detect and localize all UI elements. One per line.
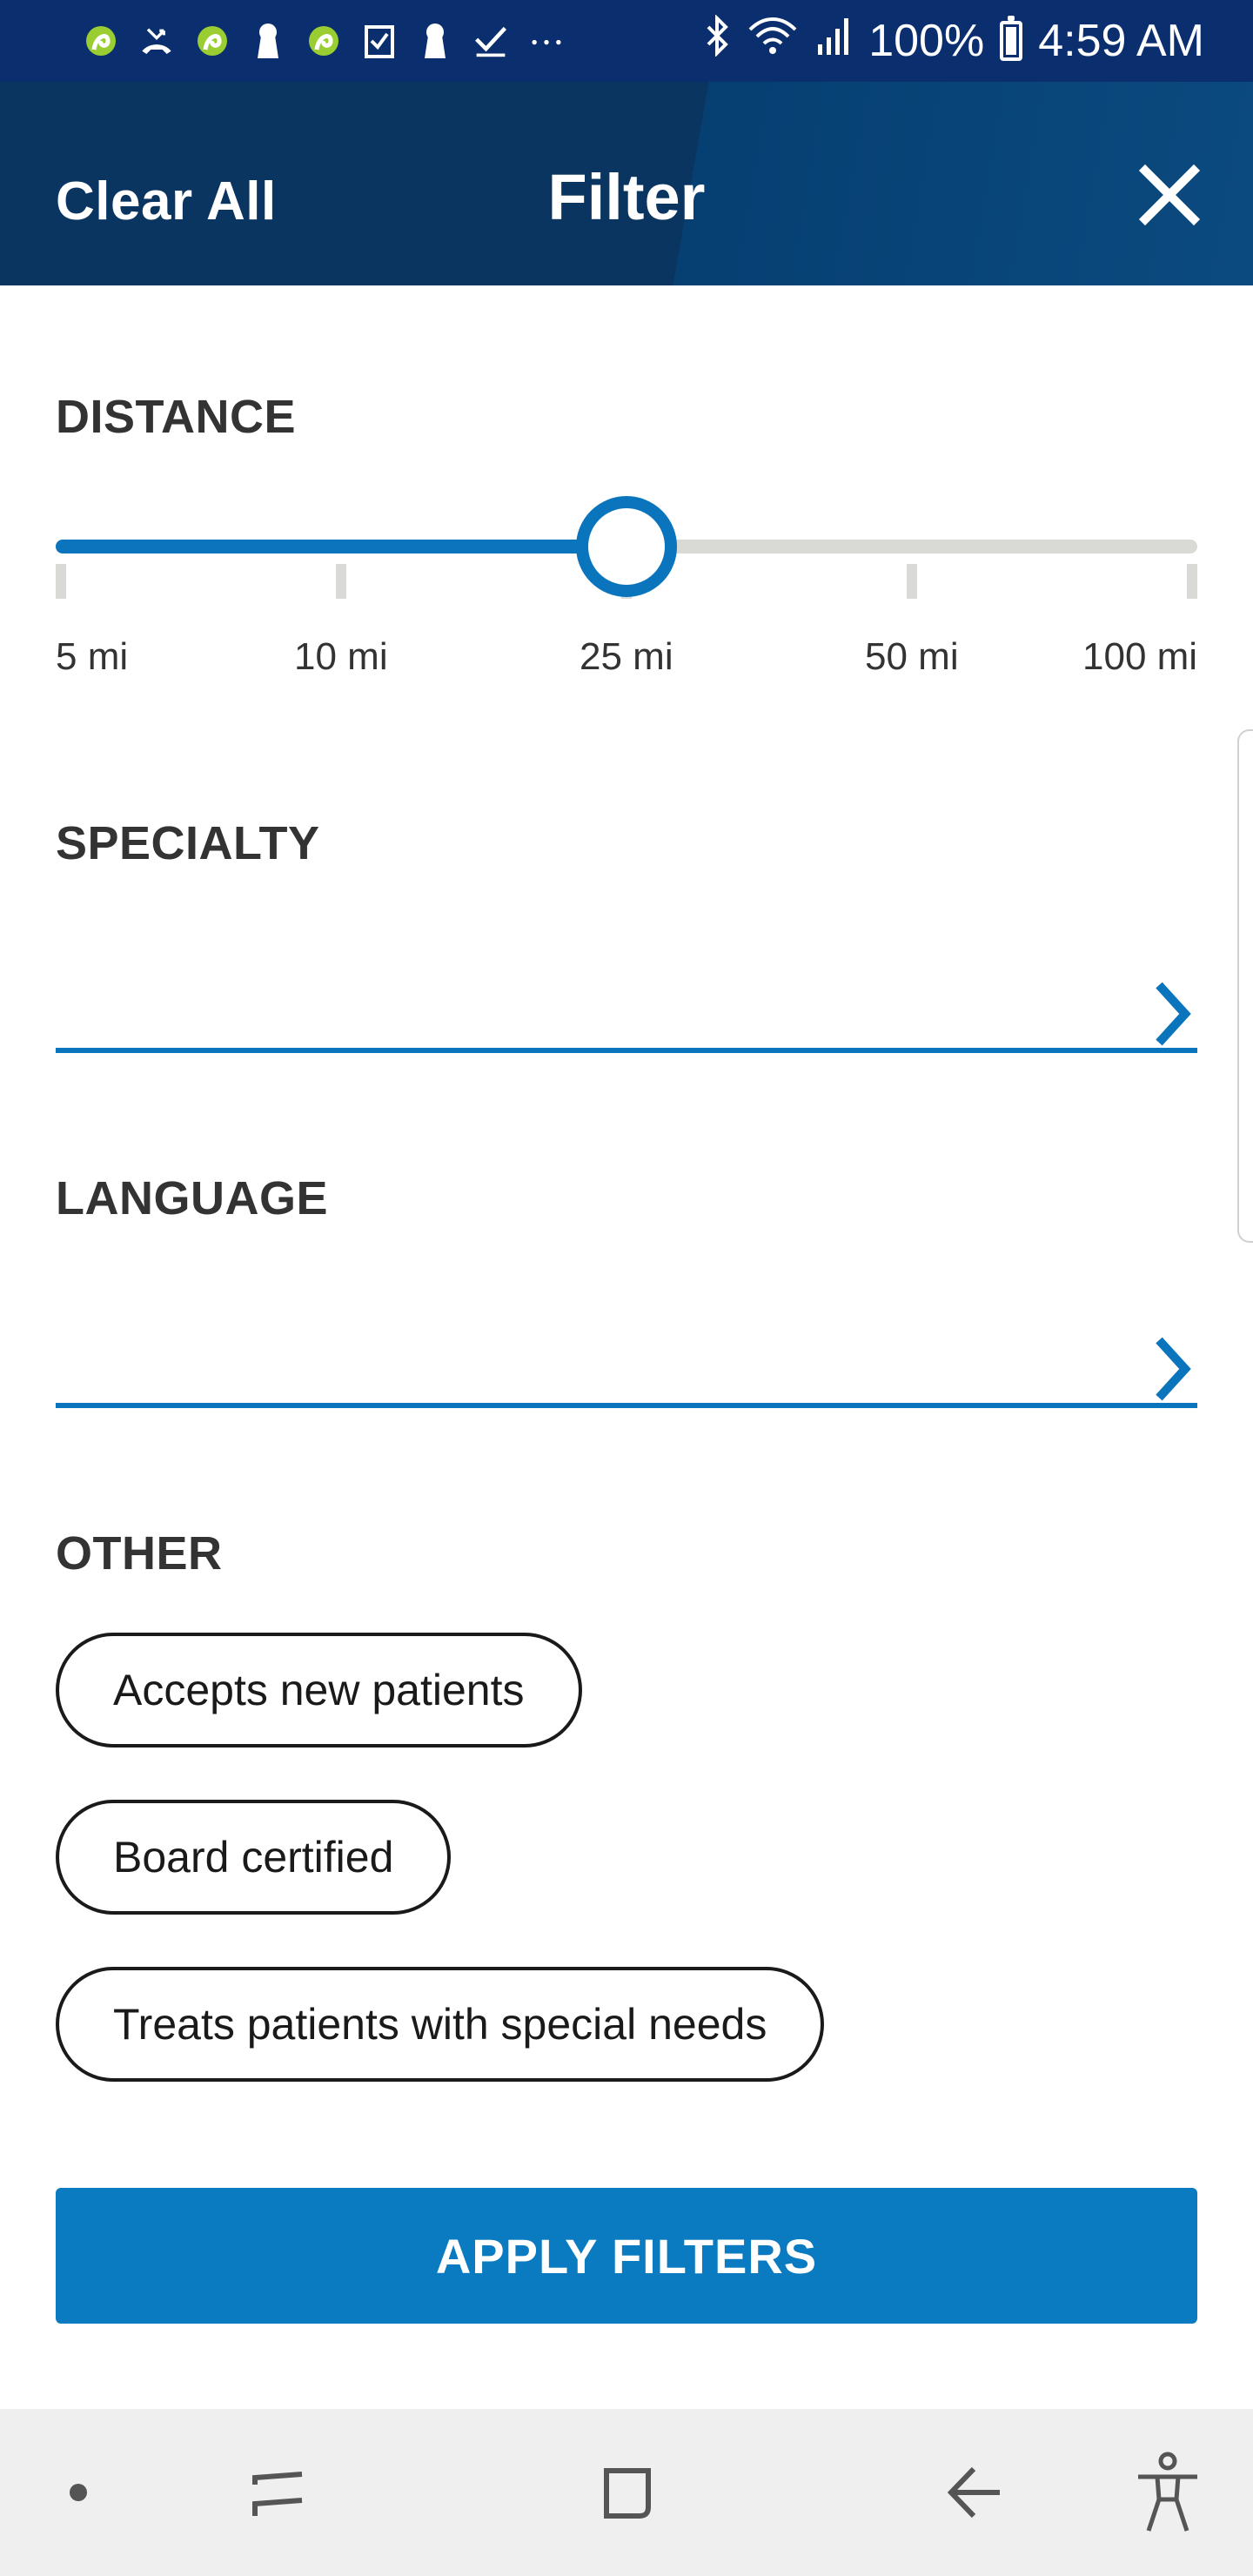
navigation-bar xyxy=(0,2409,1253,2576)
specialty-label: SPECIALTY xyxy=(56,817,320,869)
checkbox-icon xyxy=(362,22,397,60)
bluetooth-icon xyxy=(705,13,731,68)
slider-fill xyxy=(56,540,626,553)
distance-slider[interactable]: 5 mi 10 mi 25 mi 50 mi 100 mi xyxy=(56,496,1197,678)
apply-filters-button[interactable]: APPLY FILTERS xyxy=(56,2188,1197,2324)
slider-tick xyxy=(336,564,346,599)
slider-thumb[interactable] xyxy=(576,496,677,597)
keyhole-icon xyxy=(418,22,452,60)
wifi-icon xyxy=(747,14,799,69)
clock: 4:59 AM xyxy=(1038,16,1204,66)
slider-tick xyxy=(56,564,66,599)
signal-icon xyxy=(814,15,853,68)
notification-icons xyxy=(84,22,564,60)
filter-screen: 100% 4:59 AM Clear All Filter DISTANCE 5… xyxy=(0,0,1253,2576)
app-header: Clear All Filter xyxy=(0,82,1253,285)
app-icon xyxy=(195,22,230,60)
back-icon[interactable] xyxy=(931,2409,1018,2576)
battery-icon xyxy=(1000,16,1023,61)
other-label: OTHER xyxy=(56,1527,223,1580)
distance-label: DISTANCE xyxy=(56,391,297,443)
chip-special-needs[interactable]: Treats patients with special needs xyxy=(56,1967,825,2082)
close-icon[interactable] xyxy=(1136,162,1203,228)
slider-tick xyxy=(1187,564,1197,599)
check-icon xyxy=(473,22,508,60)
distance-option-label[interactable]: 50 mi xyxy=(865,635,959,679)
language-select[interactable] xyxy=(56,1304,1197,1408)
system-status: 100% 4:59 AM xyxy=(705,13,1204,69)
status-bar: 100% 4:59 AM xyxy=(0,0,1253,82)
chevron-right-icon xyxy=(1156,1337,1191,1401)
distance-option-label[interactable]: 25 mi xyxy=(580,635,673,679)
app-icon xyxy=(84,22,118,60)
app-icon xyxy=(306,22,341,60)
distance-option-label[interactable]: 100 mi xyxy=(1082,635,1197,679)
accessibility-icon[interactable] xyxy=(1124,2409,1211,2576)
home-icon[interactable] xyxy=(583,2409,670,2576)
page-title: Filter xyxy=(547,161,706,233)
battery-percentage: 100% xyxy=(868,16,985,66)
language-label: LANGUAGE xyxy=(56,1172,328,1224)
recent-apps-icon[interactable] xyxy=(235,2409,322,2576)
chevron-right-icon xyxy=(1156,982,1191,1046)
chip-board-certified[interactable]: Board certified xyxy=(56,1800,452,1915)
scroll-indicator[interactable] xyxy=(1237,729,1253,1243)
distance-option-label[interactable]: 10 mi xyxy=(294,635,388,679)
more-icon xyxy=(529,22,564,60)
chip-accepts-new-patients[interactable]: Accepts new patients xyxy=(56,1633,582,1748)
dot-icon[interactable] xyxy=(52,2409,104,2576)
slider-tick xyxy=(907,564,917,599)
distance-option-label[interactable]: 5 mi xyxy=(56,635,128,679)
keyhole-icon xyxy=(251,22,285,60)
missed-call-icon xyxy=(139,22,174,60)
specialty-select[interactable] xyxy=(56,949,1197,1053)
